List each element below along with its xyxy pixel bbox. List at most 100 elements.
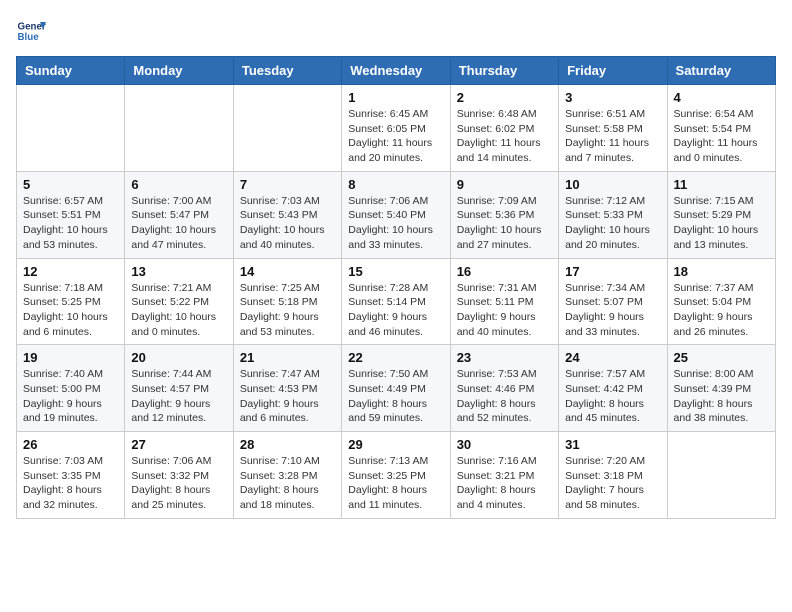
calendar-cell: 21 Sunrise: 7:47 AM Sunset: 4:53 PM Dayli… (233, 345, 341, 432)
calendar-week-row: 1 Sunrise: 6:45 AM Sunset: 6:05 PM Daylig… (17, 85, 776, 172)
calendar-cell: 26Sunrise: 7:03 AM Sunset: 3:35 PM Dayli… (17, 432, 125, 519)
weekday-header-saturday: Saturday (667, 57, 775, 85)
day-number: 17 (565, 264, 660, 279)
day-info: Sunrise: 7:57 AM Sunset: 4:42 PM Dayligh… (565, 367, 660, 426)
calendar-cell: 4Sunrise: 6:54 AM Sunset: 5:54 PM Daylig… (667, 85, 775, 172)
day-number: 25 (674, 350, 769, 365)
day-number: 22 (348, 350, 443, 365)
day-number: 13 (131, 264, 226, 279)
calendar-cell (17, 85, 125, 172)
day-number: 30 (457, 437, 552, 452)
day-info: Sunrise: 7:10 AM Sunset: 3:28 PM Dayligh… (240, 454, 335, 513)
day-info: Sunrise: 7:40 AM Sunset: 5:00 PM Dayligh… (23, 367, 118, 426)
svg-text:Blue: Blue (18, 32, 40, 43)
calendar-cell (125, 85, 233, 172)
day-info: Sunrise: 7:20 AM Sunset: 3:18 PM Dayligh… (565, 454, 660, 513)
calendar-week-row: 5 Sunrise: 6:57 AM Sunset: 5:51 PM Daylig… (17, 171, 776, 258)
calendar-cell: 11Sunrise: 7:15 AM Sunset: 5:29 PM Dayli… (667, 171, 775, 258)
day-info: Sunrise: 7:00 AM Sunset: 5:47 PM Dayligh… (131, 194, 226, 253)
calendar-cell: 28 Sunrise: 7:10 AM Sunset: 3:28 PM Dayli… (233, 432, 341, 519)
day-number: 28 (240, 437, 335, 452)
day-info: Sunrise: 7:53 AM Sunset: 4:46 PM Dayligh… (457, 367, 552, 426)
day-info: Sunrise: 7:03 AM Sunset: 5:43 PM Dayligh… (240, 194, 335, 253)
day-info: Sunrise: 7:44 AM Sunset: 4:57 PM Dayligh… (131, 367, 226, 426)
calendar-cell: 17 Sunrise: 7:34 AM Sunset: 5:07 PM Dayli… (559, 258, 667, 345)
weekday-header-friday: Friday (559, 57, 667, 85)
day-number: 26 (23, 437, 118, 452)
day-number: 8 (348, 177, 443, 192)
day-number: 9 (457, 177, 552, 192)
calendar-cell: 9 Sunrise: 7:09 AM Sunset: 5:36 PM Daylig… (450, 171, 558, 258)
calendar-cell: 12 Sunrise: 7:18 AM Sunset: 5:25 PM Dayli… (17, 258, 125, 345)
day-number: 4 (674, 90, 769, 105)
day-number: 18 (674, 264, 769, 279)
day-number: 5 (23, 177, 118, 192)
day-number: 24 (565, 350, 660, 365)
calendar-week-row: 26Sunrise: 7:03 AM Sunset: 3:35 PM Dayli… (17, 432, 776, 519)
calendar-cell: 18 Sunrise: 7:37 AM Sunset: 5:04 PM Dayli… (667, 258, 775, 345)
day-info: Sunrise: 7:15 AM Sunset: 5:29 PM Dayligh… (674, 194, 769, 253)
weekday-header-wednesday: Wednesday (342, 57, 450, 85)
calendar-cell: 27 Sunrise: 7:06 AM Sunset: 3:32 PM Dayli… (125, 432, 233, 519)
calendar-cell: 14 Sunrise: 7:25 AM Sunset: 5:18 PM Dayli… (233, 258, 341, 345)
day-number: 29 (348, 437, 443, 452)
day-info: Sunrise: 6:45 AM Sunset: 6:05 PM Dayligh… (348, 107, 443, 166)
calendar-week-row: 19 Sunrise: 7:40 AM Sunset: 5:00 PM Dayli… (17, 345, 776, 432)
calendar-cell: 6 Sunrise: 7:00 AM Sunset: 5:47 PM Daylig… (125, 171, 233, 258)
day-info: Sunrise: 7:25 AM Sunset: 5:18 PM Dayligh… (240, 281, 335, 340)
day-info: Sunrise: 7:28 AM Sunset: 5:14 PM Dayligh… (348, 281, 443, 340)
day-number: 1 (348, 90, 443, 105)
day-number: 31 (565, 437, 660, 452)
day-number: 15 (348, 264, 443, 279)
day-info: Sunrise: 6:48 AM Sunset: 6:02 PM Dayligh… (457, 107, 552, 166)
day-info: Sunrise: 7:18 AM Sunset: 5:25 PM Dayligh… (23, 281, 118, 340)
calendar-cell: 22 Sunrise: 7:50 AM Sunset: 4:49 PM Dayli… (342, 345, 450, 432)
day-number: 23 (457, 350, 552, 365)
day-number: 27 (131, 437, 226, 452)
calendar-cell: 25Sunrise: 8:00 AM Sunset: 4:39 PM Dayli… (667, 345, 775, 432)
day-number: 21 (240, 350, 335, 365)
calendar-cell (667, 432, 775, 519)
page-header: General Blue (16, 16, 776, 46)
day-number: 12 (23, 264, 118, 279)
weekday-header-tuesday: Tuesday (233, 57, 341, 85)
day-info: Sunrise: 7:06 AM Sunset: 3:32 PM Dayligh… (131, 454, 226, 513)
weekday-header-thursday: Thursday (450, 57, 558, 85)
day-number: 16 (457, 264, 552, 279)
calendar-cell: 2Sunrise: 6:48 AM Sunset: 6:02 PM Daylig… (450, 85, 558, 172)
calendar-cell: 30 Sunrise: 7:16 AM Sunset: 3:21 PM Dayli… (450, 432, 558, 519)
calendar-cell: 13 Sunrise: 7:21 AM Sunset: 5:22 PM Dayli… (125, 258, 233, 345)
calendar-table: SundayMondayTuesdayWednesdayThursdayFrid… (16, 56, 776, 519)
day-number: 19 (23, 350, 118, 365)
calendar-header-row: SundayMondayTuesdayWednesdayThursdayFrid… (17, 57, 776, 85)
calendar-cell: 24 Sunrise: 7:57 AM Sunset: 4:42 PM Dayli… (559, 345, 667, 432)
calendar-cell: 8 Sunrise: 7:06 AM Sunset: 5:40 PM Daylig… (342, 171, 450, 258)
day-info: Sunrise: 7:21 AM Sunset: 5:22 PM Dayligh… (131, 281, 226, 340)
day-number: 7 (240, 177, 335, 192)
day-info: Sunrise: 7:50 AM Sunset: 4:49 PM Dayligh… (348, 367, 443, 426)
day-number: 3 (565, 90, 660, 105)
day-number: 20 (131, 350, 226, 365)
day-number: 10 (565, 177, 660, 192)
day-info: Sunrise: 6:51 AM Sunset: 5:58 PM Dayligh… (565, 107, 660, 166)
calendar-cell: 7 Sunrise: 7:03 AM Sunset: 5:43 PM Daylig… (233, 171, 341, 258)
calendar-cell: 19 Sunrise: 7:40 AM Sunset: 5:00 PM Dayli… (17, 345, 125, 432)
day-number: 14 (240, 264, 335, 279)
calendar-cell: 16 Sunrise: 7:31 AM Sunset: 5:11 PM Dayli… (450, 258, 558, 345)
day-info: Sunrise: 7:13 AM Sunset: 3:25 PM Dayligh… (348, 454, 443, 513)
day-info: Sunrise: 7:12 AM Sunset: 5:33 PM Dayligh… (565, 194, 660, 253)
day-info: Sunrise: 7:09 AM Sunset: 5:36 PM Dayligh… (457, 194, 552, 253)
logo-icon: General Blue (16, 16, 46, 46)
day-info: Sunrise: 7:16 AM Sunset: 3:21 PM Dayligh… (457, 454, 552, 513)
day-info: Sunrise: 7:31 AM Sunset: 5:11 PM Dayligh… (457, 281, 552, 340)
day-number: 6 (131, 177, 226, 192)
calendar-cell: 15 Sunrise: 7:28 AM Sunset: 5:14 PM Dayli… (342, 258, 450, 345)
calendar-cell: 29 Sunrise: 7:13 AM Sunset: 3:25 PM Dayli… (342, 432, 450, 519)
calendar-week-row: 12 Sunrise: 7:18 AM Sunset: 5:25 PM Dayli… (17, 258, 776, 345)
day-info: Sunrise: 6:57 AM Sunset: 5:51 PM Dayligh… (23, 194, 118, 253)
day-info: Sunrise: 7:34 AM Sunset: 5:07 PM Dayligh… (565, 281, 660, 340)
day-info: Sunrise: 7:06 AM Sunset: 5:40 PM Dayligh… (348, 194, 443, 253)
day-info: Sunrise: 7:47 AM Sunset: 4:53 PM Dayligh… (240, 367, 335, 426)
calendar-cell: 1 Sunrise: 6:45 AM Sunset: 6:05 PM Daylig… (342, 85, 450, 172)
day-info: Sunrise: 7:37 AM Sunset: 5:04 PM Dayligh… (674, 281, 769, 340)
